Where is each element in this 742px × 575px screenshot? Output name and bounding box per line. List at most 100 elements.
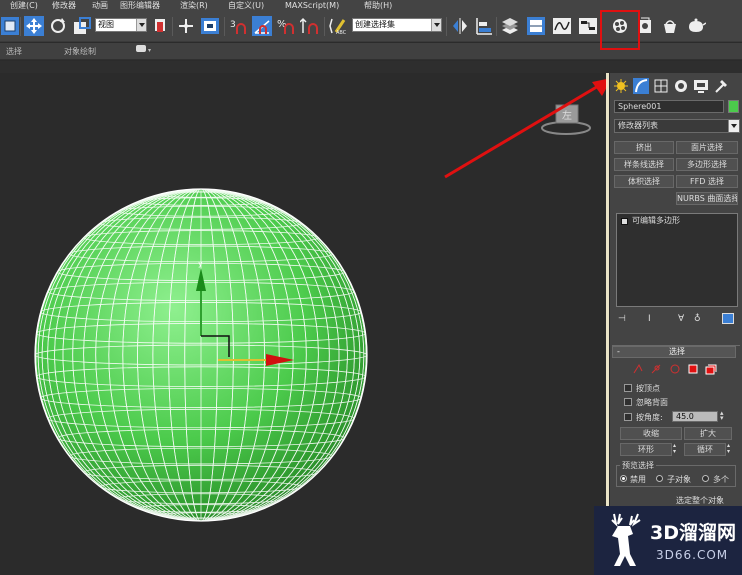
hierarchy-tab-icon[interactable] — [653, 78, 669, 94]
display-tab-icon[interactable] — [693, 78, 709, 94]
preview-subobject-radio[interactable] — [656, 475, 663, 482]
by-vertex-checkbox[interactable] — [624, 384, 632, 392]
angle-spinner-icon[interactable]: ▴ ▾ — [720, 410, 726, 422]
curve-editor-icon[interactable] — [552, 16, 572, 36]
motion-tab-icon[interactable] — [673, 78, 689, 94]
layer-manager-icon[interactable] — [500, 16, 520, 36]
loop-spinner-icon[interactable]: ▴ ▾ — [727, 443, 735, 456]
extrude-button[interactable]: 挤出 — [614, 141, 674, 154]
by-vertex-label: 按顶点 — [636, 384, 660, 393]
viewport-canvas: 左 y — [34, 78, 608, 522]
make-unique-icon[interactable]: ∀ — [678, 314, 684, 324]
select-object-icon[interactable] — [0, 16, 20, 36]
viewcube[interactable]: 左 — [541, 104, 591, 135]
modifier-list-label: 修改器列表 — [618, 121, 658, 130]
subobject-levels — [632, 363, 732, 375]
polygon-level-icon[interactable] — [688, 364, 698, 374]
menu-maxscript[interactable]: MAXScript(M) — [285, 0, 339, 11]
spline-select-button[interactable]: 样条线选择 — [614, 158, 674, 171]
pivot-icon[interactable] — [150, 16, 170, 36]
object-color-swatch[interactable] — [728, 100, 739, 113]
patch-select-button[interactable]: 面片选择 — [676, 141, 738, 154]
angle-snap-icon[interactable] — [252, 16, 272, 36]
ignore-backfacing-label: 忽略背面 — [636, 398, 668, 407]
deer-logo — [611, 513, 641, 566]
ribbon-options-icon[interactable] — [136, 45, 146, 52]
expand-icon[interactable] — [621, 218, 628, 225]
chevron-down-icon — [136, 19, 146, 31]
menu-graph-editors[interactable]: 图形编辑器 — [120, 0, 160, 11]
toolbar-separator — [224, 17, 225, 36]
chevron-down-icon[interactable]: ▾ — [148, 47, 151, 54]
modifier-stack[interactable]: 可编辑多边形 — [616, 213, 738, 307]
show-end-result-icon[interactable]: Ⅰ — [648, 314, 651, 324]
stack-item-label: 可编辑多边形 — [632, 216, 680, 225]
annotation-arrow — [444, 78, 608, 179]
toolbar-separator — [20, 17, 21, 36]
menu-rendering[interactable]: 渲染(R) — [180, 0, 208, 11]
pin-stack-icon[interactable]: ⊣ — [618, 314, 626, 324]
edit-named-selection-icon[interactable]: ABC — [328, 16, 348, 36]
toolbar-separator — [496, 17, 497, 36]
poly-select-button[interactable]: 多边形选择 — [676, 158, 738, 171]
configure-modifier-sets-icon[interactable] — [722, 313, 734, 324]
ring-button[interactable]: 环形 — [620, 443, 672, 456]
by-angle-checkbox[interactable] — [624, 413, 632, 421]
named-selection-dropdown[interactable]: 创建选择集 — [352, 18, 442, 32]
spinner-snap-icon[interactable] — [300, 16, 320, 36]
object-name-field[interactable]: Sphere001 — [614, 100, 724, 113]
ring-spinner-icon[interactable]: ▴ ▾ — [673, 443, 681, 456]
shrink-button[interactable]: 收缩 — [620, 427, 682, 440]
preview-disabled-radio[interactable] — [620, 475, 627, 482]
scale-icon[interactable] — [72, 16, 92, 36]
volume-select-button[interactable]: 体积选择 — [614, 175, 674, 188]
modifier-list-dropdown[interactable]: 修改器列表 — [614, 119, 740, 133]
remove-modifier-icon[interactable]: ♁ — [694, 314, 701, 324]
border-level-icon[interactable] — [670, 364, 680, 374]
angle-value-field[interactable]: 45.0 — [672, 411, 718, 422]
ffd-select-button[interactable]: FFD 选择 — [676, 175, 738, 188]
selection-rollout-header[interactable]: - 选择 — [612, 346, 736, 358]
menu-modifiers[interactable]: 修改器 — [52, 0, 76, 11]
watermark-brand: 3D溜溜网 — [650, 522, 736, 544]
graphite-modeling-icon[interactable] — [526, 16, 546, 36]
vertex-level-icon[interactable] — [633, 363, 643, 374]
select-move-icon[interactable] — [24, 16, 44, 36]
schematic-view-icon[interactable] — [578, 16, 598, 36]
mirror-icon[interactable] — [450, 16, 470, 36]
reference-coordinate-dropdown[interactable]: 视图 — [95, 18, 147, 32]
chevron-down-icon — [728, 120, 739, 132]
edge-level-icon[interactable] — [651, 364, 661, 374]
snap-3-label: 3 — [230, 20, 236, 30]
create-tab-icon[interactable] — [613, 78, 629, 94]
select-manipulate-icon[interactable] — [176, 16, 196, 36]
modify-tab-icon[interactable] — [633, 78, 649, 94]
svg-text:ABC: ABC — [336, 30, 347, 36]
viewport-border — [606, 73, 609, 575]
rendered-frame-icon[interactable] — [660, 16, 680, 36]
menu-customize[interactable]: 自定义(U) — [228, 0, 264, 11]
loop-button[interactable]: 循环 — [684, 443, 726, 456]
ribbon-tab-object-paint[interactable]: 对象绘制 — [64, 46, 96, 57]
nurbs-surface-select-button[interactable]: NURBS 曲面选择 — [676, 192, 738, 205]
align-icon[interactable] — [474, 16, 494, 36]
rotate-icon[interactable] — [48, 16, 68, 36]
stack-item-editable-poly[interactable]: 可编辑多边形 — [620, 216, 680, 226]
menu-create[interactable]: 创建(C) — [10, 0, 38, 11]
material-editor-highlight — [600, 10, 640, 50]
utilities-tab-icon[interactable] — [713, 78, 729, 94]
keyboard-shortcut-icon[interactable] — [200, 16, 220, 36]
preview-multi-radio[interactable] — [702, 475, 709, 482]
sphere-object[interactable] — [34, 188, 368, 522]
element-level-icon[interactable] — [705, 364, 717, 375]
menu-help[interactable]: 帮助(H) — [364, 0, 392, 11]
grow-button[interactable]: 扩大 — [684, 427, 732, 440]
preview-multi-label: 多个 — [713, 475, 729, 484]
ignore-backfacing-checkbox[interactable] — [624, 398, 632, 406]
perspective-viewport[interactable]: 左 y — [0, 73, 608, 575]
ribbon-tab-select[interactable]: 选择 — [6, 46, 22, 57]
percent-snap-icon[interactable]: % — [276, 16, 296, 36]
snap-3d-icon[interactable]: 3 — [228, 16, 248, 36]
menu-animation[interactable]: 动画 — [92, 0, 108, 11]
render-production-icon[interactable] — [686, 16, 706, 36]
